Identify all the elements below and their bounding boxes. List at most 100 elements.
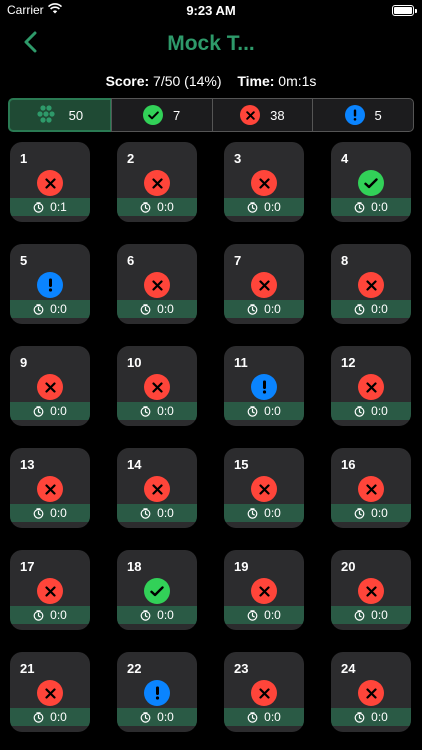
question-number: 3 [234, 151, 242, 166]
exclamation-icon [344, 105, 365, 125]
question-time: 0:1 [10, 198, 90, 216]
question-card[interactable]: 21 0:0 [10, 652, 90, 732]
question-card[interactable]: 20 0:0 [331, 550, 411, 630]
cross-icon [358, 578, 384, 604]
question-card[interactable]: 18 0:0 [117, 550, 197, 630]
time-value: 0:0 [157, 710, 174, 724]
question-time: 0:0 [10, 504, 90, 522]
cross-icon [358, 476, 384, 502]
timer-icon [247, 201, 258, 213]
question-time: 0:0 [117, 402, 197, 420]
tab-count: 38 [270, 107, 285, 123]
time-value: 0:0 [157, 200, 174, 214]
tab-all[interactable]: 50 [8, 98, 112, 132]
question-time: 0:0 [117, 300, 197, 318]
question-number: 17 [20, 559, 35, 574]
question-card[interactable]: 4 0:0 [331, 142, 411, 222]
question-number: 4 [341, 151, 349, 166]
timer-icon [247, 303, 258, 315]
question-time: 0:0 [224, 708, 304, 726]
question-number: 13 [20, 457, 35, 472]
question-card[interactable]: 6 0:0 [117, 244, 197, 324]
timer-icon [140, 201, 151, 213]
question-card[interactable]: 24 0:0 [331, 652, 411, 732]
question-time: 0:0 [331, 504, 411, 522]
question-card[interactable]: 23 0:0 [224, 652, 304, 732]
question-time: 0:0 [224, 300, 304, 318]
question-time: 0:0 [117, 504, 197, 522]
question-card[interactable]: 13 0:0 [10, 448, 90, 528]
timer-icon [247, 711, 258, 723]
question-time: 0:0 [117, 198, 197, 216]
timer-icon [140, 609, 151, 621]
timer-icon [247, 609, 258, 621]
question-number: 7 [234, 253, 242, 268]
question-number: 23 [234, 661, 249, 676]
time-value: 0:0 [264, 200, 281, 214]
question-card[interactable]: 22 0:0 [117, 652, 197, 732]
question-card[interactable]: 10 0:0 [117, 346, 197, 426]
cross-icon [251, 680, 277, 706]
question-card[interactable]: 16 0:0 [331, 448, 411, 528]
question-card[interactable]: 1 0:1 [10, 142, 90, 222]
time-value: 0:0 [50, 302, 67, 316]
question-card[interactable]: 8 0:0 [331, 244, 411, 324]
question-card[interactable]: 17 0:0 [10, 550, 90, 630]
question-number: 19 [234, 559, 249, 574]
question-card[interactable]: 2 0:0 [117, 142, 197, 222]
time-value: 0:0 [157, 404, 174, 418]
question-card[interactable]: 3 0:0 [224, 142, 304, 222]
time-value: 0:0 [264, 608, 281, 622]
tab-count: 7 [173, 107, 181, 123]
question-number: 12 [341, 355, 356, 370]
exclamation-icon [37, 272, 63, 298]
question-card[interactable]: 7 0:0 [224, 244, 304, 324]
question-number: 2 [127, 151, 135, 166]
question-number: 20 [341, 559, 356, 574]
time-value: 0:0 [50, 608, 67, 622]
question-time: 0:0 [10, 606, 90, 624]
cross-icon [37, 476, 63, 502]
question-card[interactable]: 14 0:0 [117, 448, 197, 528]
time-value: 0:0 [157, 302, 174, 316]
question-card[interactable]: 19 0:0 [224, 550, 304, 630]
cross-icon [37, 374, 63, 400]
time-value: 0:0 [371, 404, 388, 418]
question-card[interactable]: 12 0:0 [331, 346, 411, 426]
cross-icon [144, 374, 170, 400]
check-icon [358, 170, 384, 196]
question-card[interactable]: 5 0:0 [10, 244, 90, 324]
exclamation-icon [144, 680, 170, 706]
question-card[interactable]: 15 0:0 [224, 448, 304, 528]
cross-icon [37, 578, 63, 604]
page-title: Mock T... [167, 32, 255, 55]
question-time: 0:0 [224, 402, 304, 420]
question-card[interactable]: 9 0:0 [10, 346, 90, 426]
check-icon [144, 578, 170, 604]
cross-icon [358, 272, 384, 298]
question-number: 11 [234, 355, 248, 370]
filter-tabs: 50 7 38 5 [8, 98, 414, 134]
timer-icon [354, 711, 365, 723]
exclamation-icon [251, 374, 277, 400]
time-value: 0:0 [157, 608, 174, 622]
question-number: 8 [341, 253, 349, 268]
question-time: 0:0 [331, 606, 411, 624]
cross-icon [144, 476, 170, 502]
time-value: 0:0 [371, 710, 388, 724]
time-value: 0:0 [264, 302, 281, 316]
tab-correct[interactable]: 7 [110, 98, 213, 132]
question-number: 21 [20, 661, 35, 676]
cross-icon [251, 170, 277, 196]
question-number: 10 [127, 355, 142, 370]
question-time: 0:0 [331, 708, 411, 726]
tab-wrong[interactable]: 38 [211, 98, 314, 132]
battery-icon [392, 5, 417, 16]
question-time: 0:0 [10, 708, 90, 726]
time-value: 0m:1s [278, 73, 317, 89]
timer-icon [33, 405, 44, 417]
tab-skipped[interactable]: 5 [312, 98, 414, 132]
time-value: 0:0 [371, 302, 388, 316]
grid-dots-icon [37, 104, 59, 127]
question-card[interactable]: 11 0:0 [224, 346, 304, 426]
